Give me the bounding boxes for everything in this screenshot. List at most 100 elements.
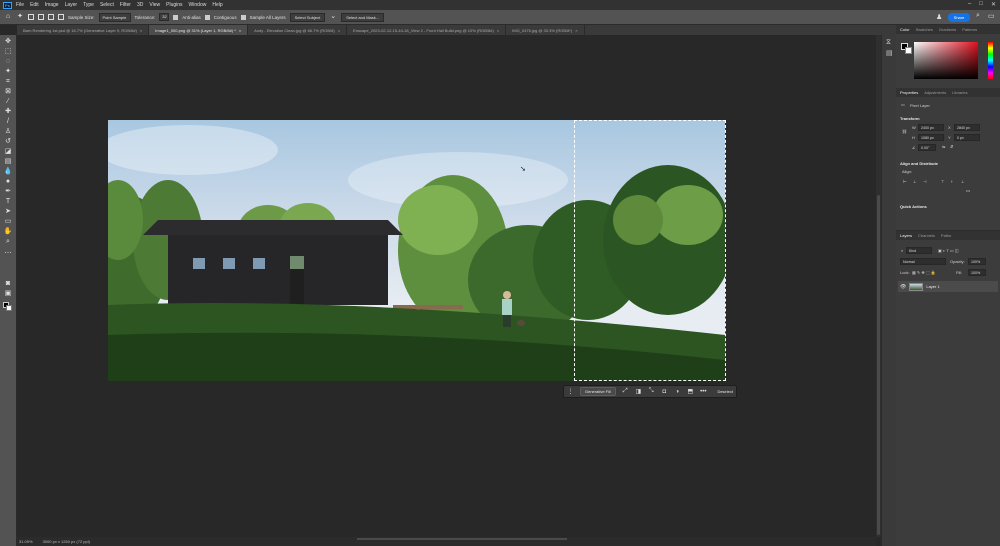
chevron-down-icon[interactable]: ⌄	[329, 13, 337, 21]
drag-handle-icon[interactable]: ⋮	[567, 388, 574, 395]
tab-patterns[interactable]: Patterns	[962, 27, 977, 32]
menu-view[interactable]: View	[149, 2, 160, 8]
selection-marquee[interactable]	[574, 120, 726, 381]
tab-paths[interactable]: Paths	[941, 233, 951, 238]
align-top-icon[interactable]: ⊤	[941, 179, 944, 184]
tab-layers[interactable]: Layers	[900, 233, 912, 238]
angle-field[interactable]: 0.00°	[918, 144, 936, 151]
height-field[interactable]: 1080 px	[918, 134, 944, 141]
comments-panel-icon[interactable]: ▤	[886, 49, 893, 57]
lasso-tool-icon[interactable]: ◌	[3, 57, 13, 66]
history-brush-tool-icon[interactable]: ↺	[3, 137, 13, 146]
x-field[interactable]: 2840 px	[954, 124, 980, 131]
tab-barn-rendering[interactable]: Barn Rendering 1st.psd @ 16.7% (Generati…	[17, 25, 150, 35]
more-align-options[interactable]: •••	[966, 188, 970, 193]
crop-tool-icon[interactable]: ⌗	[3, 77, 13, 86]
layer-row[interactable]: 👁 Layer 1	[898, 281, 998, 292]
width-field[interactable]: 2400 px	[918, 124, 944, 131]
select-and-mask-button[interactable]: Select and Mask...	[341, 12, 385, 22]
align-center-h-icon[interactable]: ⊥	[913, 179, 916, 184]
hand-tool-icon[interactable]: ✋	[3, 227, 13, 236]
antialias-checkbox[interactable]	[173, 14, 179, 20]
more-options-icon[interactable]: •••	[700, 389, 707, 395]
clone-stamp-tool-icon[interactable]: ♙	[3, 127, 13, 136]
mask-icon[interactable]: ◘	[661, 389, 668, 395]
horizontal-scroll-thumb[interactable]	[357, 538, 567, 540]
brush-tool-icon[interactable]: /	[3, 117, 13, 126]
adjustment-icon[interactable]: ◑	[674, 389, 681, 395]
user-icon[interactable]: ♟	[936, 13, 942, 21]
zoom-tool-icon[interactable]: ⌕	[3, 237, 13, 246]
maximize-button[interactable]: □	[979, 1, 983, 8]
blend-mode-select[interactable]: Normal	[900, 258, 946, 265]
contiguous-checkbox[interactable]	[204, 14, 210, 20]
quick-mask-icon[interactable]: ◙	[3, 279, 13, 288]
tab-img-0476[interactable]: IMG_0476.jpg @ 33.3% (RGB/8*) ×	[506, 25, 585, 35]
align-bottom-icon[interactable]: ⊥	[961, 179, 964, 184]
sample-size-select[interactable]: Point Sample	[98, 12, 131, 22]
marquee-tool-icon[interactable]: ⬚	[3, 47, 13, 56]
magic-wand-icon[interactable]: ✦	[16, 13, 24, 21]
share-button[interactable]: Share	[948, 13, 970, 22]
close-icon[interactable]: ×	[338, 28, 340, 33]
deselect-button[interactable]: Deselect	[717, 389, 733, 394]
modify-selection-icon[interactable]: ⤢	[622, 388, 629, 395]
tab-image1[interactable]: Image1_000.png @ 31% (Layer 1, RGB/8#) *…	[149, 25, 249, 35]
type-tool-icon[interactable]: T	[3, 197, 13, 206]
menu-help[interactable]: Help	[212, 2, 222, 8]
tab-adjustments[interactable]: Adjustments	[924, 90, 946, 95]
zoom-level[interactable]: 31.09%	[19, 539, 33, 544]
menu-select[interactable]: Select	[100, 2, 114, 8]
lock-icons[interactable]: ▦ ✎ ✥ ⬚ 🔒	[912, 270, 936, 275]
eyedropper-tool-icon[interactable]: ⁄	[3, 97, 13, 106]
close-icon[interactable]: ×	[575, 28, 577, 33]
canvas-area[interactable]: ➘ ⋮ Generative Fill ⤢ ◨ ⤡ ◘ ◑ ⬒ ••• Dese…	[17, 35, 876, 537]
tab-enscape[interactable]: Enscape_2023-02-12-15-44-18_View 2 - Fro…	[347, 25, 507, 35]
pen-tool-icon[interactable]: ✒	[3, 187, 13, 196]
opacity-field[interactable]: 100%	[968, 258, 986, 265]
align-middle-icon[interactable]: ⊦	[951, 179, 953, 184]
menu-file[interactable]: File	[16, 2, 24, 8]
minimize-button[interactable]: –	[968, 1, 971, 8]
link-icon[interactable]: ⛓	[902, 129, 907, 134]
menu-window[interactable]: Window	[189, 2, 207, 8]
rectangle-tool-icon[interactable]: ▭	[3, 217, 13, 226]
flip-horizontal-icon[interactable]: ⇋	[942, 144, 945, 149]
tab-properties[interactable]: Properties	[900, 90, 918, 95]
scrollbar-thumb[interactable]	[877, 195, 880, 535]
healing-brush-tool-icon[interactable]: ✚	[3, 107, 13, 116]
search-icon[interactable]: ⌕	[976, 12, 980, 20]
layer-filter-select[interactable]: Kind	[906, 247, 932, 254]
select-subject-button[interactable]: Select Subject	[289, 12, 326, 22]
tab-andy-elevation[interactable]: Andy - Elevation Clean.jpg @ 66.7% (RGB/…	[248, 25, 348, 35]
filter-icons[interactable]: ▣ ◐ T ▭ ◫	[938, 248, 959, 253]
new-selection-icon[interactable]	[28, 14, 34, 20]
menu-edit[interactable]: Edit	[30, 2, 39, 8]
close-icon[interactable]: ×	[497, 28, 499, 33]
workspace-icon[interactable]: ▭	[988, 12, 995, 20]
tab-gradients[interactable]: Gradients	[939, 27, 956, 32]
flip-vertical-icon[interactable]: ⇵	[950, 144, 953, 149]
generative-fill-button[interactable]: Generative Fill	[580, 387, 616, 396]
subtract-selection-icon[interactable]	[48, 14, 54, 20]
menu-filter[interactable]: Filter	[120, 2, 131, 8]
background-color-swatch[interactable]	[6, 305, 12, 311]
magic-wand-tool-icon[interactable]: ✦	[3, 67, 13, 76]
menu-image[interactable]: Image	[45, 2, 59, 8]
screen-mode-icon[interactable]: ▣	[3, 289, 13, 298]
align-left-icon[interactable]: ⊢	[903, 179, 906, 184]
history-panel-icon[interactable]: ⧖	[886, 39, 891, 47]
menu-3d[interactable]: 3D	[137, 2, 143, 8]
fill-icon[interactable]: ⬒	[687, 388, 694, 395]
sample-all-checkbox[interactable]	[240, 14, 246, 20]
color-panel-background[interactable]	[905, 47, 912, 54]
home-icon[interactable]: ⌂	[4, 13, 12, 21]
fill-field[interactable]: 100%	[968, 269, 986, 276]
close-icon[interactable]: ×	[239, 28, 241, 33]
tab-channels[interactable]: Channels	[918, 233, 935, 238]
menu-type[interactable]: Type	[83, 2, 94, 8]
visibility-eye-icon[interactable]: 👁	[900, 284, 906, 290]
path-selection-tool-icon[interactable]: ➤	[3, 207, 13, 216]
color-picker-field[interactable]	[914, 42, 978, 79]
close-button[interactable]: ✕	[991, 1, 996, 8]
